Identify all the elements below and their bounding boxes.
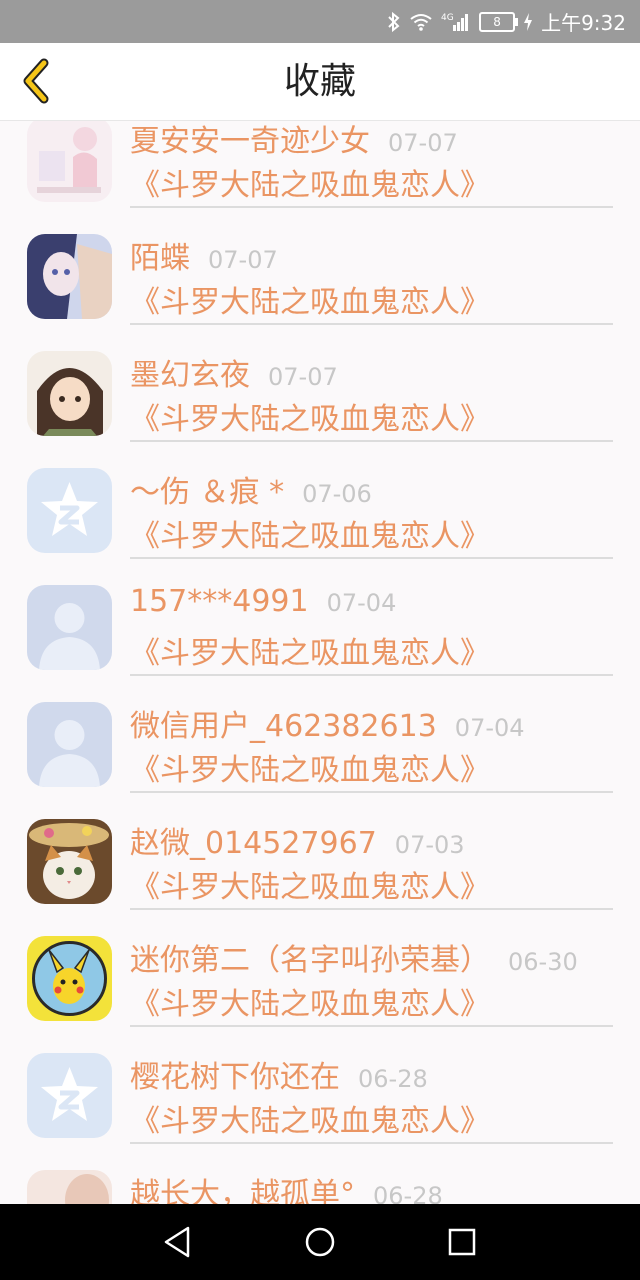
network-label: 4G xyxy=(441,13,454,23)
timestamp: 07-03 xyxy=(394,831,465,859)
default-person-avatar xyxy=(27,702,112,787)
list-item[interactable]: 赵微_014527967 07-03 《斗罗大陆之吸血鬼恋人》 xyxy=(0,792,640,910)
timestamp: 07-04 xyxy=(326,589,397,617)
square-recents-icon xyxy=(448,1228,476,1256)
user-name[interactable]: 夏安安一奇迹少女 xyxy=(130,121,370,160)
timestamp: 06-28 xyxy=(358,1065,428,1093)
user-name[interactable]: ～伤 ＆痕 * xyxy=(130,467,284,511)
signal-icon: 4G xyxy=(441,11,471,33)
list-item[interactable]: 越长大，越孤单° 06-28 xyxy=(0,1143,640,1204)
user-name[interactable]: 微信用户_462382613 xyxy=(130,701,437,745)
user-name[interactable]: 157***4991 xyxy=(130,584,309,619)
nav-recents-button[interactable] xyxy=(442,1222,482,1262)
list-item-body: 陌蝶 07-07 《斗罗大陆之吸血鬼恋人》 xyxy=(130,207,613,325)
pikachu-avatar xyxy=(27,936,112,1021)
nav-home-button[interactable] xyxy=(300,1222,340,1262)
timestamp: 06-30 xyxy=(508,948,578,976)
navigation-bar xyxy=(0,1204,640,1280)
qq-star-avatar xyxy=(27,1053,112,1138)
work-title[interactable]: 《斗罗大陆之吸血鬼恋人》 xyxy=(130,862,490,906)
chibi-avatar xyxy=(27,351,112,436)
triangle-back-icon xyxy=(164,1226,190,1258)
battery-icon: 8 xyxy=(479,11,519,32)
kitten-avatar xyxy=(27,819,112,904)
charging-icon xyxy=(523,12,533,32)
user-name[interactable]: 赵微_014527967 xyxy=(130,818,377,862)
anime-girl-avatar xyxy=(27,234,112,319)
list-item-body: 夏安安一奇迹少女 07-07 《斗罗大陆之吸血鬼恋人》 xyxy=(130,121,613,208)
chevron-left-icon xyxy=(23,58,49,104)
illustration-avatar xyxy=(27,121,112,202)
list-item-body: 微信用户_462382613 07-04 《斗罗大陆之吸血鬼恋人》 xyxy=(130,675,613,793)
timestamp: 07-06 xyxy=(302,480,372,508)
list-item[interactable]: ～伤 ＆痕 * 07-06 《斗罗大陆之吸血鬼恋人》 xyxy=(0,441,640,559)
qq-star-avatar xyxy=(27,468,112,553)
list-item-body: 墨幻玄夜 07-07 《斗罗大陆之吸血鬼恋人》 xyxy=(130,324,613,442)
list-item[interactable]: 157***4991 07-04 《斗罗大陆之吸血鬼恋人》 xyxy=(0,558,640,676)
list-item[interactable]: 微信用户_462382613 07-04 《斗罗大陆之吸血鬼恋人》 xyxy=(0,675,640,793)
list-item[interactable]: 陌蝶 07-07 《斗罗大陆之吸血鬼恋人》 xyxy=(0,207,640,325)
user-name[interactable]: 樱花树下你还在 xyxy=(130,1052,340,1096)
list-item-body: 157***4991 07-04 《斗罗大陆之吸血鬼恋人》 xyxy=(130,558,613,676)
list-item-body: 越长大，越孤单° 06-28 xyxy=(130,1143,613,1204)
work-title[interactable]: 《斗罗大陆之吸血鬼恋人》 xyxy=(130,394,490,438)
circle-home-icon xyxy=(305,1227,335,1257)
user-name[interactable]: 越长大，越孤单° xyxy=(130,1169,355,1204)
list-item-body: 樱花树下你还在 06-28 《斗罗大陆之吸血鬼恋人》 xyxy=(130,1026,613,1144)
work-title[interactable]: 《斗罗大陆之吸血鬼恋人》 xyxy=(130,745,490,789)
favorites-list[interactable]: 夏安安一奇迹少女 07-07 《斗罗大陆之吸血鬼恋人》 陌蝶 07-07 《斗罗… xyxy=(0,121,640,1204)
work-title[interactable]: 《斗罗大陆之吸血鬼恋人》 xyxy=(130,277,490,321)
user-name[interactable]: 墨幻玄夜 xyxy=(130,350,250,394)
timestamp: 06-28 xyxy=(373,1182,443,1204)
battery-level: 8 xyxy=(493,14,501,29)
list-item[interactable]: 墨幻玄夜 07-07 《斗罗大陆之吸血鬼恋人》 xyxy=(0,324,640,442)
timestamp: 07-07 xyxy=(388,129,458,157)
bluetooth-icon xyxy=(387,11,401,33)
list-item[interactable]: 樱花树下你还在 06-28 《斗罗大陆之吸血鬼恋人》 xyxy=(0,1026,640,1144)
list-item-body: 迷你第二（名字叫孙荣基） 06-30 《斗罗大陆之吸血鬼恋人》 xyxy=(130,909,613,1027)
user-name[interactable]: 迷你第二（名字叫孙荣基） xyxy=(130,935,490,979)
wifi-icon xyxy=(409,12,433,32)
status-time: 上午9:32 xyxy=(541,11,626,35)
work-title[interactable]: 《斗罗大陆之吸血鬼恋人》 xyxy=(130,1096,490,1140)
app-header: 收藏 xyxy=(0,43,640,121)
timestamp: 07-07 xyxy=(208,246,278,274)
default-person-avatar xyxy=(27,585,112,670)
status-icons: 4G 8 上午9:32 xyxy=(387,0,626,43)
list-item-body: ～伤 ＆痕 * 07-06 《斗罗大陆之吸血鬼恋人》 xyxy=(130,441,613,559)
work-title[interactable]: 《斗罗大陆之吸血鬼恋人》 xyxy=(130,160,490,204)
list-item[interactable]: 迷你第二（名字叫孙荣基） 06-30 《斗罗大陆之吸血鬼恋人》 xyxy=(0,909,640,1027)
status-bar: 4G 8 上午9:32 xyxy=(0,0,640,43)
work-title[interactable]: 《斗罗大陆之吸血鬼恋人》 xyxy=(130,628,490,672)
photo-avatar xyxy=(27,1170,112,1204)
timestamp: 07-07 xyxy=(268,363,338,391)
back-button[interactable] xyxy=(10,55,62,107)
timestamp: 07-04 xyxy=(454,714,525,742)
page-title: 收藏 xyxy=(283,61,356,102)
user-name[interactable]: 陌蝶 xyxy=(130,233,190,277)
work-title[interactable]: 《斗罗大陆之吸血鬼恋人》 xyxy=(130,511,490,555)
nav-back-button[interactable] xyxy=(158,1222,198,1262)
work-title[interactable]: 《斗罗大陆之吸血鬼恋人》 xyxy=(130,979,490,1023)
list-item-body: 赵微_014527967 07-03 《斗罗大陆之吸血鬼恋人》 xyxy=(130,792,613,910)
list-item[interactable]: 夏安安一奇迹少女 07-07 《斗罗大陆之吸血鬼恋人》 xyxy=(0,121,640,208)
